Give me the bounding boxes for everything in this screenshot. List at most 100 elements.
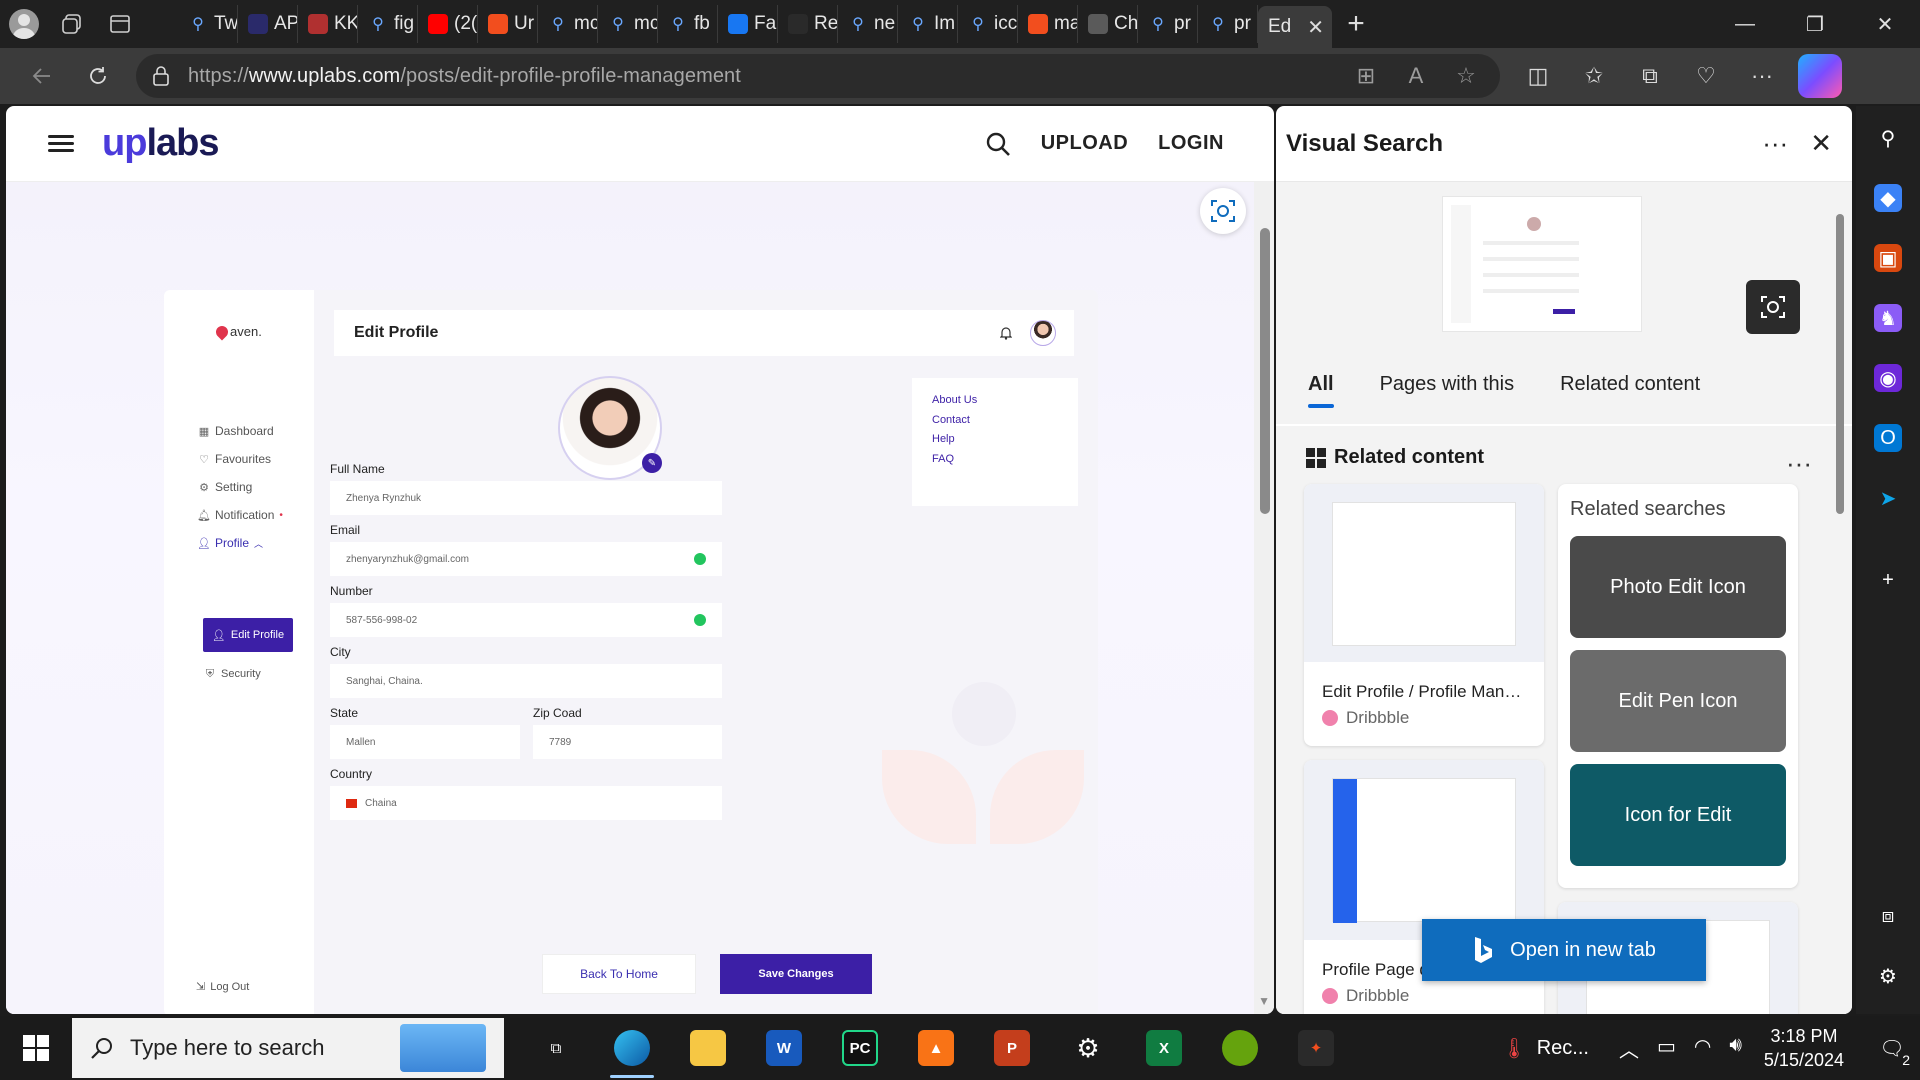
figma-app[interactable]: ✦ [1278,1016,1354,1080]
edit-pen-icon[interactable]: ✎ [642,453,662,473]
city-field[interactable]: Sanghai, Chaina. [330,664,722,698]
address-bar[interactable]: https://www.uplabs.com/posts/edit-profil… [136,54,1500,98]
favorites-icon[interactable]: ✩ [1566,48,1622,104]
browser-essentials-icon[interactable]: ♡ [1678,48,1734,104]
login-link[interactable]: LOGIN [1158,132,1224,155]
pycharm-app[interactable]: PC [822,1016,898,1080]
tab-all[interactable]: All [1308,373,1334,408]
refresh-button[interactable] [70,48,126,104]
new-tab-button[interactable]: + [1332,0,1380,48]
close-tab-icon[interactable]: ✕ [1307,15,1324,40]
browser-tab[interactable]: Ch [1078,5,1138,43]
search-icon[interactable]: ⚲ [1874,124,1902,152]
wifi-icon[interactable]: ◠ [1694,1034,1711,1063]
panel-scroll-thumb[interactable] [1836,214,1844,514]
task-view-button[interactable]: ⧉ [518,1016,594,1080]
app-chameleon[interactable] [1202,1016,1278,1080]
browser-tab[interactable]: ⚲ Im [898,5,958,43]
visual-search-button[interactable] [1200,188,1246,234]
bell-icon[interactable] [1000,326,1012,340]
result-card[interactable]: Edit Profile / Profile Mana... Dribbble [1304,484,1544,746]
browser-tab[interactable]: Ur [478,5,538,43]
related-search-item[interactable]: Icon for Edit [1570,764,1786,866]
save-changes-button[interactable]: Save Changes [720,954,872,994]
number-field[interactable]: 587-556-998-02 [330,603,722,637]
browser-tab[interactable]: Fa [718,5,778,43]
browser-tab[interactable]: KK [298,5,358,43]
info-link[interactable]: About Us [932,394,977,406]
browser-tab[interactable]: ⚲ icc [958,5,1018,43]
workspaces-button[interactable] [48,0,96,48]
browser-tab[interactable]: ⚲ mc [598,5,658,43]
state-field[interactable]: Mallen [330,725,520,759]
country-field[interactable]: Chaina [330,786,722,820]
browser-tab[interactable]: AP [238,5,298,43]
weather-widget[interactable]: 🌡︎ Rec... [1501,1036,1589,1061]
notification-center-button[interactable]: 🗨︎ 2 [1864,1016,1920,1080]
more-icon[interactable]: ··· [1786,448,1812,479]
browser-tab[interactable]: ma [1018,5,1078,43]
taskbar-search[interactable]: Type here to search [72,1018,504,1078]
chevron-up-icon[interactable]: ︿ [1619,1034,1639,1063]
tab-actions-button[interactable] [96,0,144,48]
crop-search-button[interactable] [1746,280,1800,334]
restore-button[interactable]: ❐ [1780,0,1850,48]
scroll-down-icon[interactable]: ▼ [1258,994,1270,1008]
powerpoint-app[interactable]: P [974,1016,1050,1080]
shopping-tag-icon[interactable]: ◆ [1874,184,1902,212]
collections-icon[interactable]: ⧉ [1622,48,1678,104]
lock-icon[interactable] [152,66,170,86]
browser-tab[interactable]: ⚲ pr [1198,5,1258,43]
zip-field[interactable]: 7789 [533,725,722,759]
info-link[interactable]: Contact [932,414,970,426]
excel-app[interactable]: X [1126,1016,1202,1080]
browser-tab[interactable]: ⚲ fb [658,5,718,43]
volume-icon[interactable]: 🔊︎ [1729,1034,1742,1063]
outlook-icon[interactable]: O [1874,424,1902,452]
browser-tab[interactable]: ⚲ Tw [178,5,238,43]
full-name-field[interactable]: Zhenya Rynzhuk [330,481,722,515]
nav-favourites[interactable]: ♡ Favourites [198,452,271,466]
tab-related-content[interactable]: Related content [1560,373,1700,396]
add-icon[interactable]: + [1874,566,1902,594]
favorite-star-icon[interactable]: ☆ [1448,58,1484,94]
related-search-item[interactable]: Edit Pen Icon [1570,650,1786,752]
design-shot[interactable]: aven. ▦ Dashboard ♡ Favourites ⚙ Setting 🔔︎… [164,290,1098,1014]
search-icon[interactable] [985,131,1011,157]
browser-tab[interactable]: ⚲ fig [358,5,418,43]
app-available-icon[interactable]: ⊞ [1348,58,1384,94]
tab-active[interactable]: Ed ✕ [1258,6,1332,48]
menu-icon[interactable] [48,131,74,156]
edge-app[interactable] [594,1016,670,1080]
uplabs-logo[interactable]: uplabs [102,122,219,165]
read-aloud-icon[interactable]: A [1398,58,1434,94]
close-icon[interactable]: ✕ [1810,128,1832,159]
page-scroll-thumb[interactable] [1260,228,1270,514]
back-button[interactable] [14,48,70,104]
settings-icon[interactable]: ⚙ [1874,962,1902,990]
back-to-home-button[interactable]: Back To Home [542,954,696,994]
split-screen-icon[interactable]: ◫ [1510,48,1566,104]
profile-avatar[interactable] [0,0,48,48]
nav-edit-profile[interactable]: 👤︎ Edit Profile [203,618,293,652]
open-in-new-tab-button[interactable]: Open in new tab [1422,919,1706,981]
more-icon[interactable]: ··· [1762,128,1788,159]
browser-tab[interactable]: Re [778,5,838,43]
app-orange[interactable]: ▲ [898,1016,974,1080]
email-field[interactable]: zhenyarynzhuk@gmail.com [330,542,722,576]
close-window-button[interactable]: ✕ [1850,0,1920,48]
browser-tab[interactable]: ⚲ mc [538,5,598,43]
nav-profile[interactable]: 👤︎ Profile ︿ [197,536,263,550]
nav-dashboard[interactable]: ▦ Dashboard [198,424,274,438]
browser-tab[interactable]: ⚲ pr [1138,5,1198,43]
logout-link[interactable]: ⇲ Log Out [196,980,249,994]
battery-icon[interactable]: ▭ [1657,1034,1676,1063]
nav-security[interactable]: ⛨ Security [204,668,261,681]
settings-app[interactable]: ⚙ [1050,1016,1126,1080]
file-explorer-app[interactable] [670,1016,746,1080]
nav-setting[interactable]: ⚙ Setting [198,480,252,494]
browser-tab[interactable]: (2( [418,5,478,43]
info-link[interactable]: FAQ [932,453,954,465]
games-icon[interactable]: ♞ [1874,304,1902,332]
word-app[interactable]: W [746,1016,822,1080]
